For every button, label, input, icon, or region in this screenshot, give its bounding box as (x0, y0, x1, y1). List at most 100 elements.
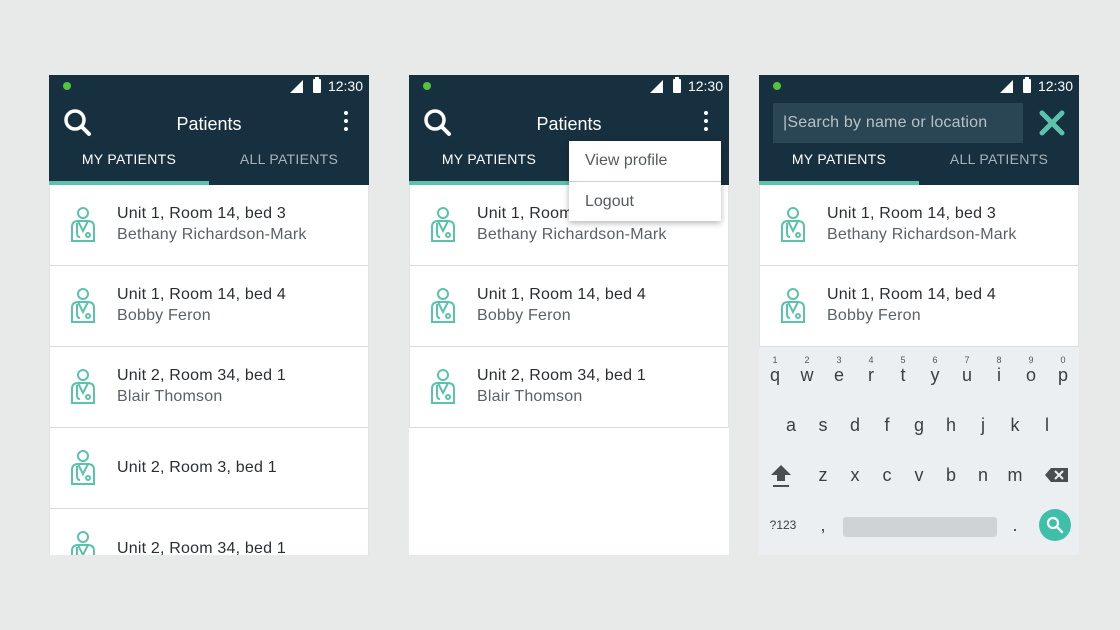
signal-icon (1000, 80, 1013, 93)
key-z[interactable]: z (807, 453, 839, 497)
search-icon (1046, 516, 1064, 534)
key-w[interactable]: 2w (791, 353, 823, 397)
key-k[interactable]: k (999, 403, 1031, 447)
screen-search: 12:30 |Search by name or location MY PAT… (759, 75, 1079, 555)
search-input[interactable]: |Search by name or location (773, 103, 1023, 143)
key-g[interactable]: g (903, 403, 935, 447)
key-n[interactable]: n (967, 453, 999, 497)
patient-name: Bobby Feron (827, 307, 921, 324)
doctor-icon (781, 207, 805, 242)
status-bar: 12:30 (759, 75, 1079, 97)
list-item[interactable]: Unit 2, Room 34, bed 1 (49, 509, 369, 555)
key-t[interactable]: 5t (887, 353, 919, 397)
patient-name: Bethany Richardson-Mark (117, 226, 307, 243)
list-item[interactable]: Unit 1, Room 14, bed 4 Bobby Feron (759, 266, 1079, 347)
more-vert-icon[interactable] (703, 111, 709, 135)
close-icon[interactable] (1039, 110, 1065, 136)
status-time: 12:30 (687, 78, 723, 94)
battery-icon (673, 77, 681, 93)
tab-my-patients[interactable]: MY PATIENTS (759, 145, 919, 185)
key-e[interactable]: 3e (823, 353, 855, 397)
key-u[interactable]: 7u (951, 353, 983, 397)
list-item[interactable]: Unit 1, Room 14, bed 3 Bethany Richardso… (759, 185, 1079, 266)
key-v[interactable]: v (903, 453, 935, 497)
key-m[interactable]: m (999, 453, 1031, 497)
key-r[interactable]: 4r (855, 353, 887, 397)
patient-location: Unit 1, Room 14, bed 4 (477, 286, 646, 303)
key-comma[interactable]: , (807, 503, 839, 547)
tab-bar: MY PATIENTS ALL PATIENTS (759, 145, 1079, 185)
tab-all-patients[interactable]: ALL PATIENTS (919, 145, 1079, 185)
notification-dot (773, 82, 781, 90)
patient-list: Unit 1, Room 14, bed 3 Bethany Richardso… (49, 185, 369, 555)
doctor-icon (71, 531, 95, 555)
signal-icon (650, 80, 663, 93)
key-symbols[interactable]: ?123 (763, 503, 803, 547)
key-c[interactable]: c (871, 453, 903, 497)
key-x[interactable]: x (839, 453, 871, 497)
signal-icon (290, 80, 303, 93)
doctor-icon (71, 288, 95, 323)
patient-location: Unit 1, Room 14, bed 3 (117, 205, 286, 222)
key-l[interactable]: l (1031, 403, 1063, 447)
status-bar: 12:30 (49, 75, 369, 97)
keyboard-search-button[interactable] (1039, 509, 1071, 541)
key-d[interactable]: d (839, 403, 871, 447)
doctor-icon (431, 369, 455, 404)
shift-icon[interactable] (765, 453, 797, 497)
key-p[interactable]: 0p (1047, 353, 1079, 397)
key-b[interactable]: b (935, 453, 967, 497)
doctor-icon (71, 450, 95, 485)
key-y[interactable]: 6y (919, 353, 951, 397)
patient-name: Bobby Feron (477, 307, 571, 324)
key-a[interactable]: a (775, 403, 807, 447)
key-j[interactable]: j (967, 403, 999, 447)
doctor-icon (431, 207, 455, 242)
key-o[interactable]: 9o (1015, 353, 1047, 397)
menu-item-view-profile[interactable]: View profile (569, 141, 721, 181)
doctor-icon (71, 369, 95, 404)
list-item[interactable]: Unit 2, Room 34, bed 1 Blair Thomson (49, 347, 369, 428)
notification-dot (423, 82, 431, 90)
patient-name: Blair Thomson (477, 388, 583, 405)
key-h[interactable]: h (935, 403, 967, 447)
list-item[interactable]: Unit 2, Room 34, bed 1 Blair Thomson (409, 347, 729, 428)
patient-name: Bethany Richardson-Mark (827, 226, 1017, 243)
list-item[interactable]: Unit 1, Room 14, bed 4 Bobby Feron (49, 266, 369, 347)
tab-all-patients[interactable]: ALL PATIENTS (209, 145, 369, 185)
list-item[interactable]: Unit 1, Room 14, bed 4 Bobby Feron (409, 266, 729, 347)
patient-list: Unit 1, Room 14, bed 3 Bethany Richardso… (409, 185, 729, 428)
patient-location: Unit 1, Room 14, bed 3 (827, 205, 996, 222)
tab-my-patients[interactable]: MY PATIENTS (409, 145, 569, 185)
list-item[interactable]: Unit 2, Room 3, bed 1 (49, 428, 369, 509)
app-bar: |Search by name or location MY PATIENTS … (759, 97, 1079, 185)
tab-my-patients[interactable]: MY PATIENTS (49, 145, 209, 185)
screen-overflow-menu: 12:30 Patients MY PATIENTS ALL PATIENTS … (409, 75, 729, 555)
patient-location: Unit 2, Room 34, bed 1 (117, 367, 286, 384)
keyboard-row-4: ?123 , . (759, 503, 1079, 547)
backspace-icon[interactable] (1041, 453, 1073, 497)
spacebar[interactable] (843, 517, 997, 537)
notification-dot (63, 82, 71, 90)
key-i[interactable]: 8i (983, 353, 1015, 397)
keyboard-row-3: z x c v b n m (759, 453, 1079, 497)
status-time: 12:30 (327, 78, 363, 94)
patient-list: Unit 1, Room 14, bed 3 Bethany Richardso… (759, 185, 1079, 347)
menu-item-logout[interactable]: Logout (569, 181, 721, 221)
more-vert-icon[interactable] (343, 111, 349, 135)
key-period[interactable]: . (999, 503, 1031, 547)
patient-name: Blair Thomson (117, 388, 223, 405)
patient-location: Unit 2, Room 34, bed 1 (477, 367, 646, 384)
patient-location: Unit 1, Room 14, bed 4 (117, 286, 286, 303)
key-s[interactable]: s (807, 403, 839, 447)
patient-location: Unit 2, Room 3, bed 1 (117, 459, 277, 476)
app-bar: Patients MY PATIENTS ALL PATIENTS (49, 97, 369, 185)
list-item[interactable]: Unit 1, Room 14, bed 3 Bethany Richardso… (49, 185, 369, 266)
overflow-menu: View profile Logout (569, 141, 721, 221)
doctor-icon (71, 207, 95, 242)
key-q[interactable]: 1q (759, 353, 791, 397)
page-title: Patients (176, 114, 242, 134)
doctor-icon (781, 288, 805, 323)
patient-name: Bethany Richardson-Mark (477, 226, 667, 243)
key-f[interactable]: f (871, 403, 903, 447)
